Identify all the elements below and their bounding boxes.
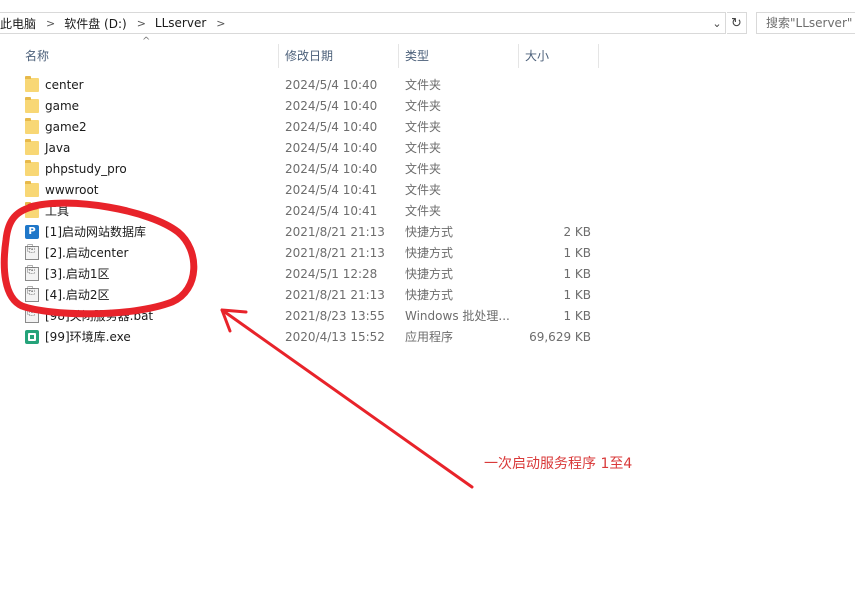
file-row-env-lib[interactable]: [99]环境库.exe 2020/4/13 15:52 应用程序 69,629 … <box>0 327 855 348</box>
file-type: 快捷方式 <box>405 246 454 260</box>
column-header-size[interactable]: 大小 <box>525 42 549 70</box>
file-type: 快捷方式 <box>405 267 454 281</box>
search-input[interactable]: 搜索"LLserver" <box>756 12 855 34</box>
file-date: 2024/5/1 12:28 <box>285 267 378 281</box>
breadcrumb-drive-d[interactable]: 软件盘 (D:) <box>64 15 130 32</box>
file-row-start-zone1[interactable]: [3].启动1区 2024/5/1 12:28 快捷方式 1 KB <box>0 264 855 285</box>
refresh-icon[interactable]: ↻ <box>727 12 747 34</box>
phpstudy-shortcut-icon: P <box>25 225 39 239</box>
file-name: [1]启动网站数据库 <box>45 225 146 239</box>
address-bar[interactable]: 此电脑 > 软件盘 (D:) > LLserver > <box>0 12 726 34</box>
file-row-game[interactable]: game 2024/5/4 10:40 文件夹 <box>0 96 855 117</box>
file-size: 2 KB <box>563 225 591 239</box>
address-toolbar: 此电脑 > 软件盘 (D:) > LLserver > ⌄ ↻ 搜索"LLser… <box>0 8 855 38</box>
file-type: 快捷方式 <box>405 225 454 239</box>
file-name: [98]关闭服务器.bat <box>45 309 154 323</box>
file-type: 快捷方式 <box>405 288 454 302</box>
file-type: 文件夹 <box>405 183 442 197</box>
shortcut-icon <box>25 286 39 302</box>
file-size: 1 KB <box>563 246 591 260</box>
file-date: 2024/5/4 10:40 <box>285 120 378 134</box>
folder-icon <box>25 202 39 218</box>
file-size: 1 KB <box>563 309 591 323</box>
folder-icon <box>25 97 39 113</box>
file-row-java[interactable]: Java 2024/5/4 10:40 文件夹 <box>0 138 855 159</box>
column-divider[interactable] <box>518 44 519 68</box>
breadcrumb-chevron-icon[interactable]: > <box>210 17 234 30</box>
vs-installer-icon <box>25 330 39 344</box>
file-name: center <box>45 78 84 92</box>
column-header-row: ^ 名称 修改日期 类型 大小 <box>0 36 855 70</box>
file-name: phpstudy_pro <box>45 162 127 176</box>
folder-icon <box>25 160 39 176</box>
file-date: 2021/8/21 21:13 <box>285 288 385 302</box>
file-type: 文件夹 <box>405 162 442 176</box>
file-name: [2].启动center <box>45 246 129 260</box>
file-name: game2 <box>45 120 87 134</box>
file-date: 2024/5/4 10:40 <box>285 162 378 176</box>
breadcrumb-chevron-icon[interactable]: > <box>131 17 155 30</box>
annotation-text: 一次启动服务程序 1至4 <box>484 456 633 472</box>
column-header-type[interactable]: 类型 <box>405 42 429 70</box>
folder-icon <box>25 118 39 134</box>
file-date: 2024/5/4 10:41 <box>285 183 378 197</box>
file-name: [4].启动2区 <box>45 288 110 302</box>
file-type: 文件夹 <box>405 78 442 92</box>
file-date: 2024/5/4 10:40 <box>285 99 378 113</box>
file-size: 69,629 KB <box>529 330 591 344</box>
file-date: 2020/4/13 15:52 <box>285 330 385 344</box>
file-type: 文件夹 <box>405 120 442 134</box>
file-row-tools[interactable]: 工具 2024/5/4 10:41 文件夹 <box>0 201 855 222</box>
file-name: game <box>45 99 80 113</box>
file-size: 1 KB <box>563 267 591 281</box>
file-date: 2024/5/4 10:41 <box>285 204 378 218</box>
file-date: 2024/5/4 10:40 <box>285 78 378 92</box>
file-name: 工具 <box>45 204 70 218</box>
breadcrumb-chevron-icon[interactable]: > <box>40 17 64 30</box>
file-type: 应用程序 <box>405 330 454 344</box>
file-type: 文件夹 <box>405 204 442 218</box>
file-row-phpstudy-pro[interactable]: phpstudy_pro 2024/5/4 10:40 文件夹 <box>0 159 855 180</box>
file-date: 2021/8/23 13:55 <box>285 309 385 323</box>
file-type: 文件夹 <box>405 99 442 113</box>
breadcrumb-this-pc[interactable]: 此电脑 <box>0 15 40 32</box>
file-name: wwwroot <box>45 183 99 197</box>
file-size: 1 KB <box>563 288 591 302</box>
column-header-name[interactable]: 名称 <box>25 42 49 70</box>
column-divider[interactable] <box>398 44 399 68</box>
file-date: 2021/8/21 21:13 <box>285 225 385 239</box>
file-name: Java <box>45 141 71 155</box>
file-date: 2024/5/4 10:40 <box>285 141 378 155</box>
file-date: 2021/8/21 21:13 <box>285 246 385 260</box>
file-name: [3].启动1区 <box>45 267 110 281</box>
file-row-start-web-db[interactable]: P [1]启动网站数据库 2021/8/21 21:13 快捷方式 2 KB <box>0 222 855 243</box>
file-row-start-center[interactable]: [2].启动center 2021/8/21 21:13 快捷方式 1 KB <box>0 243 855 264</box>
column-divider[interactable] <box>278 44 279 68</box>
file-row-start-zone2[interactable]: [4].启动2区 2021/8/21 21:13 快捷方式 1 KB <box>0 285 855 306</box>
file-row-wwwroot[interactable]: wwwroot 2024/5/4 10:41 文件夹 <box>0 180 855 201</box>
shortcut-icon <box>25 265 39 281</box>
folder-icon <box>25 76 39 92</box>
breadcrumb-llserver[interactable]: LLserver <box>155 16 210 30</box>
column-divider[interactable] <box>598 44 599 68</box>
file-row-game2[interactable]: game2 2024/5/4 10:40 文件夹 <box>0 117 855 138</box>
file-row-stop-server[interactable]: [98]关闭服务器.bat 2021/8/23 13:55 Windows 批处… <box>0 306 855 327</box>
sort-ascending-icon: ^ <box>142 36 151 47</box>
shortcut-icon <box>25 244 39 260</box>
file-name: [99]环境库.exe <box>45 330 131 344</box>
folder-icon <box>25 181 39 197</box>
file-row-center[interactable]: center 2024/5/4 10:40 文件夹 <box>0 75 855 96</box>
column-header-date[interactable]: 修改日期 <box>285 42 333 70</box>
batch-file-icon <box>25 307 39 323</box>
folder-icon <box>25 139 39 155</box>
file-list: center 2024/5/4 10:40 文件夹 game 2024/5/4 … <box>0 75 855 348</box>
address-history-chevron-down-icon[interactable]: ⌄ <box>708 12 726 34</box>
file-type: 文件夹 <box>405 141 442 155</box>
